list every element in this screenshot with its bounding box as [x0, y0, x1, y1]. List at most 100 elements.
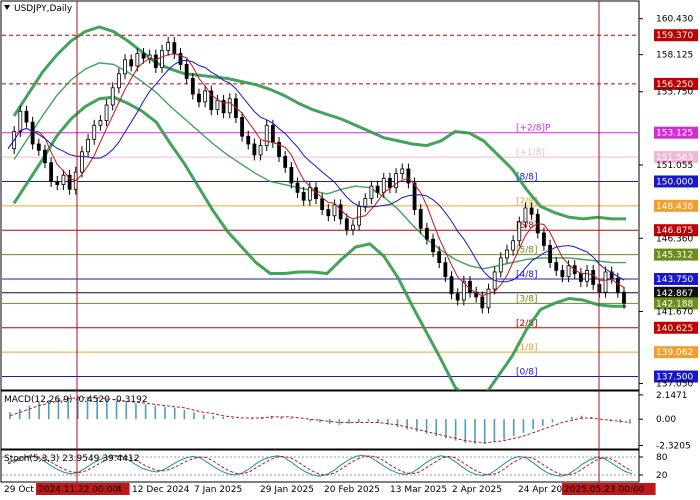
candle-body	[529, 207, 534, 215]
candle-body	[246, 135, 251, 145]
murrey-label: [+1/8]	[516, 148, 545, 158]
price-tick-label: 141.670	[656, 307, 693, 317]
murrey-label: [5/8]	[516, 246, 538, 256]
stoch-tick-label: 80	[656, 453, 668, 463]
candle-body	[505, 249, 509, 259]
candle-body	[123, 59, 127, 75]
candle-body	[264, 124, 269, 146]
stoch-tick-label: 20	[656, 471, 668, 481]
level-price-tag: 159.370	[654, 29, 698, 41]
price-tick-label: 137.050	[656, 380, 693, 390]
price-tick-label: 160.430	[656, 15, 693, 25]
level-tag-text: 142.867	[656, 289, 693, 299]
candle-body	[523, 207, 528, 223]
murrey-label: [3/8]	[516, 294, 538, 304]
murrey-label: [0/8]	[516, 368, 538, 378]
candle-body	[197, 93, 201, 103]
candle-body	[437, 251, 442, 264]
level-price-tag: 150.000	[654, 175, 698, 188]
candle-body	[443, 262, 448, 278]
chart-root: [+2/8]P[+1/8][8/8][7/8][6/8][5/8][4/8][3…	[0, 0, 698, 495]
time-tick-label: 12 Dec 2024	[132, 485, 190, 495]
candle-body	[622, 291, 626, 304]
candle-body	[283, 156, 288, 168]
candle-body	[153, 54, 158, 68]
candle-body	[24, 110, 29, 123]
candle-body	[486, 288, 491, 309]
candle-body	[307, 187, 312, 201]
time-tick-label: 13 Mar 2025	[390, 485, 447, 495]
candle-body	[92, 124, 97, 140]
candle-body	[98, 120, 103, 126]
candle-body	[116, 73, 121, 89]
candle-body	[203, 90, 208, 103]
macd-axis: 2.1471 0.00 -2.3205	[639, 391, 691, 451]
stoch-axis: 80 20	[639, 453, 668, 481]
macd-title: MACD(12,26,9) -0.4520 -0.3192	[4, 395, 148, 405]
candle-body	[338, 204, 343, 220]
macd-tick-label: 2.1471	[656, 391, 688, 401]
candle-body	[166, 42, 171, 51]
candle-body	[388, 177, 392, 189]
level-tag-text: 145.312	[656, 251, 693, 261]
time-tick-label: 2 Apr 2025	[452, 485, 502, 495]
candle-body	[468, 280, 472, 293]
candle-body	[560, 270, 565, 278]
candle-body	[394, 173, 398, 189]
candle-body	[80, 151, 84, 173]
candle-body	[615, 277, 620, 293]
level-tag-text: 143.750	[656, 275, 693, 285]
candle-body	[55, 181, 60, 185]
level-tag-text: 150.000	[656, 177, 693, 187]
price-tick-label: 158.125	[656, 51, 693, 61]
time-tick-label: 7 Jan 2025	[194, 485, 242, 495]
candle-body	[227, 98, 232, 114]
candle-body	[18, 110, 23, 132]
level-tag-text: 140.625	[656, 324, 693, 334]
candle-body	[184, 64, 189, 79]
candle-body	[548, 245, 552, 264]
candle-body	[141, 53, 146, 59]
candle-body	[258, 145, 263, 156]
candle-body	[301, 191, 306, 201]
candle-body	[215, 99, 220, 111]
price-axis: 160.430159.370158.125156.250155.750153.1…	[639, 15, 698, 390]
candle-body	[511, 240, 516, 251]
candle-body	[412, 182, 417, 210]
candle-body	[43, 149, 47, 164]
level-price-tag: 140.625	[654, 321, 698, 334]
candle-body	[431, 238, 435, 253]
time-tick-label: 4	[116, 485, 122, 495]
candle-body	[147, 54, 152, 59]
candle-body	[375, 185, 380, 193]
macd-tick-label: -2.3205	[656, 441, 691, 451]
level-tag-text: 153.125	[656, 129, 693, 139]
candle-body	[129, 59, 134, 67]
candle-body	[332, 204, 337, 217]
candle-body	[480, 296, 485, 309]
level-price-tag: 153.125	[654, 126, 698, 139]
price-chart-title: USDJPY,Daily	[14, 4, 73, 14]
level-tag-text: 139.062	[656, 348, 693, 358]
candle-body	[61, 174, 66, 185]
time-tick-label: 29 Jan 2025	[260, 485, 314, 495]
candle-body	[400, 168, 405, 175]
candle-body	[369, 185, 374, 200]
candle-body	[591, 270, 596, 285]
level-price-tag: 148.438	[654, 199, 698, 212]
candle-body	[86, 138, 90, 153]
time-tick-label: 2024.11.22 00:00	[38, 485, 119, 495]
candle-body	[326, 209, 331, 217]
candle-body	[449, 276, 454, 295]
price-tick-label: 146.360	[656, 234, 693, 244]
level-price-tag: 145.312	[654, 248, 698, 261]
candle-body	[585, 270, 589, 282]
level-price-tag: 139.062	[654, 346, 698, 359]
candle-body	[418, 209, 423, 229]
macd-tick-label: 0.00	[656, 415, 676, 425]
candle-body	[172, 42, 177, 54]
candle-body	[498, 257, 503, 273]
candle-body	[357, 206, 362, 226]
candle-body	[363, 198, 368, 207]
level-tag-text: 159.370	[656, 31, 693, 41]
